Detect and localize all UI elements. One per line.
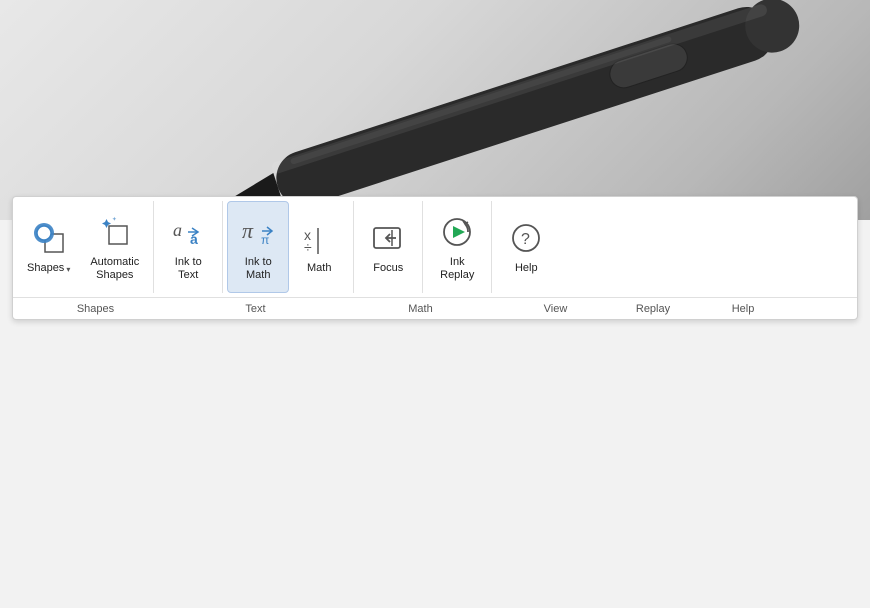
bottom-content-area	[0, 430, 870, 608]
ink-to-text-label: Ink to Text	[175, 256, 202, 282]
ink-to-text-button[interactable]: a a Ink to Text	[158, 201, 218, 293]
focus-button-label: Focus	[373, 262, 403, 275]
help-button-label: Help	[515, 262, 538, 275]
svg-text:π: π	[242, 218, 254, 243]
focus-button[interactable]: Focus	[358, 201, 418, 293]
ribbon-group-math: π π Ink to Math	[223, 201, 354, 293]
ribbon-labels-row: Shapes Text Math View Replay Help	[13, 297, 857, 319]
svg-text:a: a	[173, 220, 182, 240]
math-icon: x ÷	[299, 218, 339, 258]
svg-text:a: a	[190, 231, 198, 247]
ribbon-buttons-row: Shapes ▾ Automat	[13, 197, 857, 297]
focus-icon	[368, 218, 408, 258]
ink-replay-label: Ink Replay	[440, 256, 474, 282]
ink-to-text-icon: a a	[168, 212, 208, 252]
view-group-label: View	[508, 298, 603, 319]
help-button[interactable]: ? Help	[496, 201, 556, 293]
ink-to-math-label: Ink to Math	[245, 256, 272, 282]
ribbon-group-replay: Ink Replay	[423, 201, 492, 293]
shapes-group-label: Shapes	[13, 298, 178, 319]
math-button[interactable]: x ÷ Math	[289, 201, 349, 293]
ribbon-group-text: a a Ink to Text	[154, 201, 223, 293]
automatic-shapes-label: Automatic Shapes	[90, 256, 139, 282]
shapes-button-label: Shapes	[27, 262, 64, 275]
automatic-shapes-button[interactable]: Automatic Shapes	[80, 201, 149, 293]
math-button-label: Math	[307, 262, 331, 275]
ribbon-group-view: Focus	[354, 201, 423, 293]
automatic-shapes-icon	[95, 212, 135, 252]
help-icon: ?	[506, 218, 546, 258]
stylus-pen-image	[190, 0, 870, 220]
pen-background	[0, 0, 870, 220]
shapes-icon	[29, 218, 69, 258]
main-container: Shapes ▾ Automat	[0, 0, 870, 608]
shapes-dropdown-arrow: ▾	[66, 265, 70, 274]
math-group-label: Math	[333, 298, 508, 319]
ribbon-group-help: ? Help	[492, 201, 560, 293]
text-group-label: Text	[178, 298, 333, 319]
svg-text:π: π	[261, 233, 269, 247]
ink-to-math-button[interactable]: π π Ink to Math	[227, 201, 289, 293]
ribbon-toolbar: Shapes ▾ Automat	[12, 196, 858, 320]
ink-replay-icon	[437, 212, 477, 252]
ink-to-math-icon: π π	[238, 212, 278, 252]
ink-replay-button[interactable]: Ink Replay	[427, 201, 487, 293]
replay-group-label: Replay	[603, 298, 703, 319]
svg-text:?: ?	[521, 231, 530, 248]
help-group-label: Help	[703, 298, 783, 319]
svg-text:÷: ÷	[304, 239, 312, 255]
shapes-button[interactable]: Shapes ▾	[17, 201, 80, 293]
ribbon-group-shapes: Shapes ▾ Automat	[13, 201, 154, 293]
